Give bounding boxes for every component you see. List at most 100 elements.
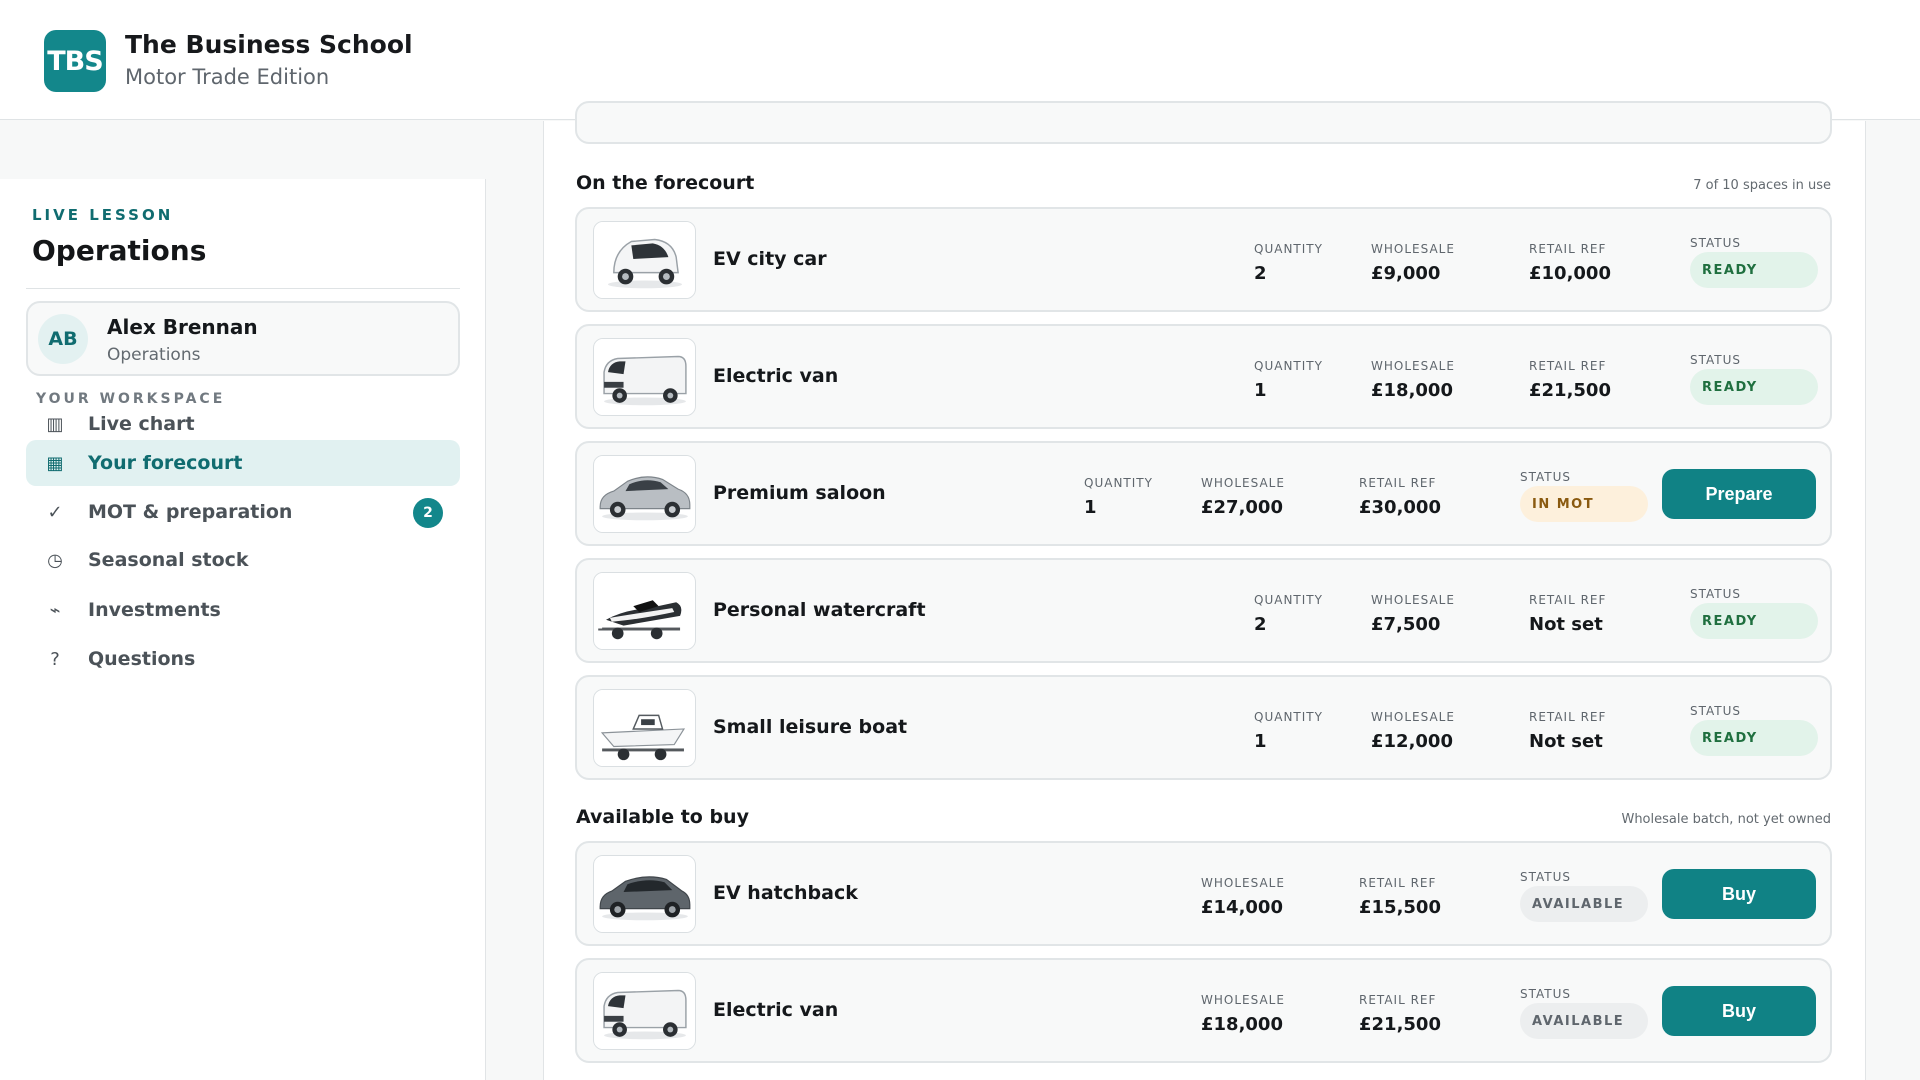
item-name: EV hatchback [713,882,858,904]
wholesale-label: WHOLESALE [1201,476,1285,490]
status-badge: READY [1690,603,1818,639]
sidebar-item-label: Investments [88,599,221,621]
avatar: AB [38,314,88,364]
wholesale-value: £18,000 [1371,380,1453,401]
list-item: Premium saloon QUANTITY 1 WHOLESALE £27,000 R… [575,441,1832,546]
question-icon: ? [50,648,60,670]
list-item: Personal watercraft QUANTITY 2 WHOLESALE £7,… [575,558,1832,663]
user-name: Alex Brennan [107,315,258,339]
wholesale-label: WHOLESALE [1371,242,1455,256]
quantity-value: 1 [1254,731,1267,752]
item-name: Small leisure boat [713,716,908,738]
retail-label: RETAIL REF [1529,710,1607,724]
logo[interactable]: TBS [44,30,106,92]
status-label: STATUS [1520,470,1572,484]
retail-label: RETAIL REF [1529,359,1607,373]
retail-value: Not set [1529,614,1603,635]
wholesale-value: £7,500 [1371,614,1441,635]
wholesale-label: WHOLESALE [1201,876,1285,890]
status-label: STATUS [1520,870,1572,884]
sidebar-item-seasonal-stock[interactable]: ◷ Seasonal stock [26,537,460,583]
status-label: STATUS [1690,353,1742,367]
status-badge: AVAILABLE [1520,1003,1648,1039]
sidebar-item-label: Live chart [88,413,195,435]
sidebar-item-investments[interactable]: ⌁ Investments [26,587,460,633]
quantity-value: 2 [1254,614,1267,635]
list-item: Small leisure boat QUANTITY 1 WHOLESALE £12,… [575,675,1832,780]
item-name: Electric van [713,365,839,387]
quantity-label: QUANTITY [1084,476,1153,490]
quantity-value: 1 [1084,497,1097,518]
van-image [593,972,696,1050]
item-name: Premium saloon [713,482,886,504]
quantity-value: 1 [1254,380,1267,401]
retail-value: £15,500 [1359,897,1441,918]
status-badge: READY [1690,252,1818,288]
quantity-value: 2 [1254,263,1267,284]
wholesale-value: £14,000 [1201,897,1283,918]
list-item: Electric van QUANTITY 1 WHOLESALE £18,000 RET… [575,324,1832,429]
list-item: Electric van WHOLESALE £18,000 RETAIL REF £2… [575,958,1832,1063]
van-image [593,338,696,416]
previous-card [575,101,1832,144]
item-name: Personal watercraft [713,599,926,621]
retail-label: RETAIL REF [1529,242,1607,256]
quantity-label: QUANTITY [1254,593,1323,607]
user-card[interactable]: AB Alex Brennan Operations [26,301,460,376]
sidebar-item-questions[interactable]: ? Questions [26,636,460,682]
sidebar-item-label: Seasonal stock [88,549,249,571]
retail-label: RETAIL REF [1359,993,1437,1007]
status-label: STATUS [1690,587,1742,601]
buy-button[interactable]: Buy [1662,869,1816,919]
sidebar-item-your-forecourt[interactable]: ▦ Your forecourt [26,440,460,486]
check-icon: ✓ [47,501,63,523]
status-badge: AVAILABLE [1520,886,1648,922]
clock-icon: ◷ [47,549,63,571]
quantity-label: QUANTITY [1254,242,1323,256]
item-name: Electric van [713,999,839,1021]
wholesale-label: WHOLESALE [1201,993,1285,1007]
saloon-image [593,455,696,533]
wholesale-value: £9,000 [1371,263,1441,284]
retail-value: Not set [1529,731,1603,752]
retail-value: £30,000 [1359,497,1441,518]
retail-label: RETAIL REF [1359,876,1437,890]
prepare-button[interactable]: Prepare [1662,469,1816,519]
available-meta: Wholesale batch, not yet owned [1621,812,1831,827]
brand-title: The Business School [125,30,413,59]
lesson-title: Operations [32,234,207,267]
bar-chart-icon: ▥ [46,413,64,435]
hatchback-image [593,855,696,933]
wholesale-value: £18,000 [1201,1014,1283,1035]
quantity-label: QUANTITY [1254,359,1323,373]
watercraft-image [593,572,696,650]
brand-subtitle: Motor Trade Edition [125,65,330,89]
item-name: EV city car [713,248,827,270]
wholesale-value: £27,000 [1201,497,1283,518]
retail-value: £21,500 [1359,1014,1441,1035]
lesson-kicker: LIVE LESSON [32,206,174,224]
retail-value: £10,000 [1529,263,1611,284]
count-badge: 2 [413,498,443,528]
status-label: STATUS [1690,236,1742,250]
divider [26,288,460,289]
sidebar-item-label: Questions [88,648,196,670]
status-label: STATUS [1690,704,1742,718]
sidebar-item-mot-preparation[interactable]: ✓ MOT & preparation 2 [26,489,460,535]
forecourt-meta: 7 of 10 spaces in use [1693,178,1831,193]
retail-value: £21,500 [1529,380,1611,401]
wholesale-label: WHOLESALE [1371,359,1455,373]
main-panel: On the forecourt 7 of 10 spaces in use E… [543,101,1866,1080]
sidebar: LIVE LESSON Operations AB Alex Brennan O… [0,179,486,1080]
sidebar-item-label: Your forecourt [88,452,243,474]
user-role: Operations [107,345,201,365]
wholesale-value: £12,000 [1371,731,1453,752]
list-item: EV city car QUANTITY 2 WHOLESALE £9,000 RETAI… [575,207,1832,312]
status-badge: READY [1690,720,1818,756]
grid-icon: ▦ [46,452,64,474]
buy-button[interactable]: Buy [1662,986,1816,1036]
available-title: Available to buy [576,806,749,828]
forecourt-title: On the forecourt [576,172,755,194]
wholesale-label: WHOLESALE [1371,593,1455,607]
retail-label: RETAIL REF [1359,476,1437,490]
